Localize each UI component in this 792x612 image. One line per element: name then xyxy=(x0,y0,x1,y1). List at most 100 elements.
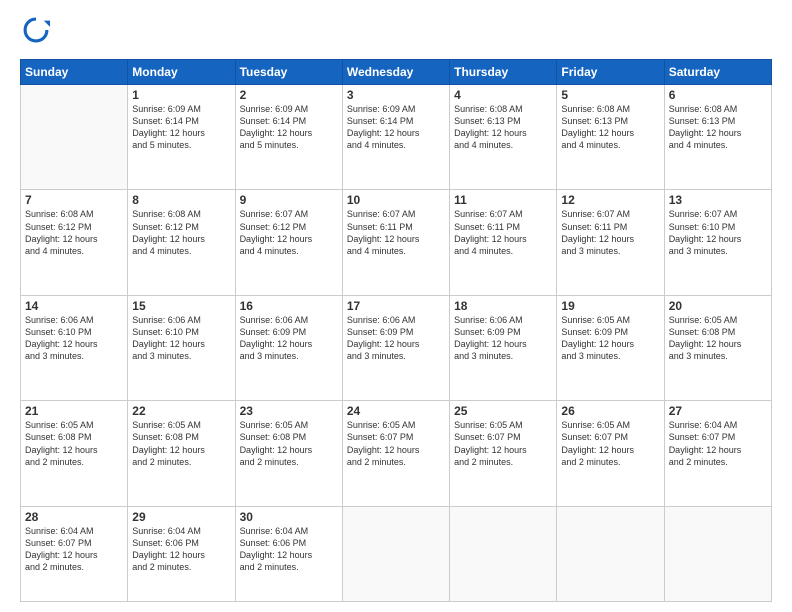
day-number: 13 xyxy=(669,193,767,207)
cell-info: Sunrise: 6:08 AM Sunset: 6:12 PM Dayligh… xyxy=(132,208,230,257)
cell-info: Sunrise: 6:05 AM Sunset: 6:08 PM Dayligh… xyxy=(25,419,123,468)
cell-info: Sunrise: 6:05 AM Sunset: 6:08 PM Dayligh… xyxy=(669,314,767,363)
weekday-header: Monday xyxy=(128,60,235,85)
cell-info: Sunrise: 6:08 AM Sunset: 6:13 PM Dayligh… xyxy=(454,103,552,152)
day-number: 6 xyxy=(669,88,767,102)
calendar-cell: 19Sunrise: 6:05 AM Sunset: 6:09 PM Dayli… xyxy=(557,295,664,400)
calendar-cell: 15Sunrise: 6:06 AM Sunset: 6:10 PM Dayli… xyxy=(128,295,235,400)
calendar-cell: 2Sunrise: 6:09 AM Sunset: 6:14 PM Daylig… xyxy=(235,85,342,190)
calendar-cell xyxy=(664,506,771,601)
cell-info: Sunrise: 6:04 AM Sunset: 6:07 PM Dayligh… xyxy=(669,419,767,468)
cell-info: Sunrise: 6:05 AM Sunset: 6:08 PM Dayligh… xyxy=(240,419,338,468)
calendar-cell: 30Sunrise: 6:04 AM Sunset: 6:06 PM Dayli… xyxy=(235,506,342,601)
cell-info: Sunrise: 6:07 AM Sunset: 6:11 PM Dayligh… xyxy=(454,208,552,257)
cell-info: Sunrise: 6:09 AM Sunset: 6:14 PM Dayligh… xyxy=(240,103,338,152)
calendar-cell: 21Sunrise: 6:05 AM Sunset: 6:08 PM Dayli… xyxy=(21,401,128,506)
cell-info: Sunrise: 6:05 AM Sunset: 6:07 PM Dayligh… xyxy=(561,419,659,468)
calendar-cell xyxy=(557,506,664,601)
day-number: 22 xyxy=(132,404,230,418)
cell-info: Sunrise: 6:06 AM Sunset: 6:10 PM Dayligh… xyxy=(25,314,123,363)
calendar-cell: 7Sunrise: 6:08 AM Sunset: 6:12 PM Daylig… xyxy=(21,190,128,295)
day-number: 17 xyxy=(347,299,445,313)
cell-info: Sunrise: 6:06 AM Sunset: 6:10 PM Dayligh… xyxy=(132,314,230,363)
cell-info: Sunrise: 6:05 AM Sunset: 6:09 PM Dayligh… xyxy=(561,314,659,363)
calendar-cell: 12Sunrise: 6:07 AM Sunset: 6:11 PM Dayli… xyxy=(557,190,664,295)
day-number: 23 xyxy=(240,404,338,418)
day-number: 19 xyxy=(561,299,659,313)
calendar-cell: 17Sunrise: 6:06 AM Sunset: 6:09 PM Dayli… xyxy=(342,295,449,400)
day-number: 15 xyxy=(132,299,230,313)
calendar-table: SundayMondayTuesdayWednesdayThursdayFrid… xyxy=(20,59,772,602)
calendar-week-row: 14Sunrise: 6:06 AM Sunset: 6:10 PM Dayli… xyxy=(21,295,772,400)
calendar-week-row: 1Sunrise: 6:09 AM Sunset: 6:14 PM Daylig… xyxy=(21,85,772,190)
day-number: 16 xyxy=(240,299,338,313)
day-number: 28 xyxy=(25,510,123,524)
cell-info: Sunrise: 6:06 AM Sunset: 6:09 PM Dayligh… xyxy=(347,314,445,363)
day-number: 21 xyxy=(25,404,123,418)
calendar-cell: 3Sunrise: 6:09 AM Sunset: 6:14 PM Daylig… xyxy=(342,85,449,190)
header-row: SundayMondayTuesdayWednesdayThursdayFrid… xyxy=(21,60,772,85)
calendar-cell: 29Sunrise: 6:04 AM Sunset: 6:06 PM Dayli… xyxy=(128,506,235,601)
day-number: 3 xyxy=(347,88,445,102)
calendar-cell: 13Sunrise: 6:07 AM Sunset: 6:10 PM Dayli… xyxy=(664,190,771,295)
calendar-cell: 20Sunrise: 6:05 AM Sunset: 6:08 PM Dayli… xyxy=(664,295,771,400)
cell-info: Sunrise: 6:04 AM Sunset: 6:06 PM Dayligh… xyxy=(132,525,230,574)
logo xyxy=(20,16,50,49)
calendar-cell: 18Sunrise: 6:06 AM Sunset: 6:09 PM Dayli… xyxy=(450,295,557,400)
calendar-cell: 27Sunrise: 6:04 AM Sunset: 6:07 PM Dayli… xyxy=(664,401,771,506)
cell-info: Sunrise: 6:06 AM Sunset: 6:09 PM Dayligh… xyxy=(240,314,338,363)
day-number: 29 xyxy=(132,510,230,524)
day-number: 5 xyxy=(561,88,659,102)
day-number: 4 xyxy=(454,88,552,102)
calendar-week-row: 7Sunrise: 6:08 AM Sunset: 6:12 PM Daylig… xyxy=(21,190,772,295)
cell-info: Sunrise: 6:08 AM Sunset: 6:13 PM Dayligh… xyxy=(669,103,767,152)
calendar-week-row: 28Sunrise: 6:04 AM Sunset: 6:07 PM Dayli… xyxy=(21,506,772,601)
calendar-cell: 23Sunrise: 6:05 AM Sunset: 6:08 PM Dayli… xyxy=(235,401,342,506)
cell-info: Sunrise: 6:07 AM Sunset: 6:12 PM Dayligh… xyxy=(240,208,338,257)
day-number: 30 xyxy=(240,510,338,524)
cell-info: Sunrise: 6:08 AM Sunset: 6:12 PM Dayligh… xyxy=(25,208,123,257)
weekday-header: Friday xyxy=(557,60,664,85)
day-number: 24 xyxy=(347,404,445,418)
cell-info: Sunrise: 6:04 AM Sunset: 6:06 PM Dayligh… xyxy=(240,525,338,574)
weekday-header: Wednesday xyxy=(342,60,449,85)
logo-icon xyxy=(22,16,50,44)
calendar-cell: 8Sunrise: 6:08 AM Sunset: 6:12 PM Daylig… xyxy=(128,190,235,295)
cell-info: Sunrise: 6:04 AM Sunset: 6:07 PM Dayligh… xyxy=(25,525,123,574)
calendar-cell: 9Sunrise: 6:07 AM Sunset: 6:12 PM Daylig… xyxy=(235,190,342,295)
day-number: 11 xyxy=(454,193,552,207)
day-number: 14 xyxy=(25,299,123,313)
weekday-header: Tuesday xyxy=(235,60,342,85)
weekday-header: Sunday xyxy=(21,60,128,85)
cell-info: Sunrise: 6:06 AM Sunset: 6:09 PM Dayligh… xyxy=(454,314,552,363)
calendar-cell: 6Sunrise: 6:08 AM Sunset: 6:13 PM Daylig… xyxy=(664,85,771,190)
day-number: 12 xyxy=(561,193,659,207)
calendar-week-row: 21Sunrise: 6:05 AM Sunset: 6:08 PM Dayli… xyxy=(21,401,772,506)
cell-info: Sunrise: 6:05 AM Sunset: 6:07 PM Dayligh… xyxy=(454,419,552,468)
header xyxy=(20,16,772,49)
calendar-cell: 10Sunrise: 6:07 AM Sunset: 6:11 PM Dayli… xyxy=(342,190,449,295)
cell-info: Sunrise: 6:09 AM Sunset: 6:14 PM Dayligh… xyxy=(347,103,445,152)
calendar-cell xyxy=(21,85,128,190)
calendar-cell: 4Sunrise: 6:08 AM Sunset: 6:13 PM Daylig… xyxy=(450,85,557,190)
cell-info: Sunrise: 6:08 AM Sunset: 6:13 PM Dayligh… xyxy=(561,103,659,152)
calendar-cell: 22Sunrise: 6:05 AM Sunset: 6:08 PM Dayli… xyxy=(128,401,235,506)
page: SundayMondayTuesdayWednesdayThursdayFrid… xyxy=(0,0,792,612)
weekday-header: Saturday xyxy=(664,60,771,85)
calendar-cell: 11Sunrise: 6:07 AM Sunset: 6:11 PM Dayli… xyxy=(450,190,557,295)
day-number: 26 xyxy=(561,404,659,418)
calendar-cell: 14Sunrise: 6:06 AM Sunset: 6:10 PM Dayli… xyxy=(21,295,128,400)
calendar-cell: 26Sunrise: 6:05 AM Sunset: 6:07 PM Dayli… xyxy=(557,401,664,506)
calendar-cell: 24Sunrise: 6:05 AM Sunset: 6:07 PM Dayli… xyxy=(342,401,449,506)
calendar-cell: 25Sunrise: 6:05 AM Sunset: 6:07 PM Dayli… xyxy=(450,401,557,506)
cell-info: Sunrise: 6:05 AM Sunset: 6:08 PM Dayligh… xyxy=(132,419,230,468)
day-number: 18 xyxy=(454,299,552,313)
day-number: 10 xyxy=(347,193,445,207)
calendar-cell xyxy=(450,506,557,601)
calendar-cell: 28Sunrise: 6:04 AM Sunset: 6:07 PM Dayli… xyxy=(21,506,128,601)
day-number: 20 xyxy=(669,299,767,313)
cell-info: Sunrise: 6:05 AM Sunset: 6:07 PM Dayligh… xyxy=(347,419,445,468)
calendar-cell: 5Sunrise: 6:08 AM Sunset: 6:13 PM Daylig… xyxy=(557,85,664,190)
cell-info: Sunrise: 6:09 AM Sunset: 6:14 PM Dayligh… xyxy=(132,103,230,152)
calendar-cell xyxy=(342,506,449,601)
